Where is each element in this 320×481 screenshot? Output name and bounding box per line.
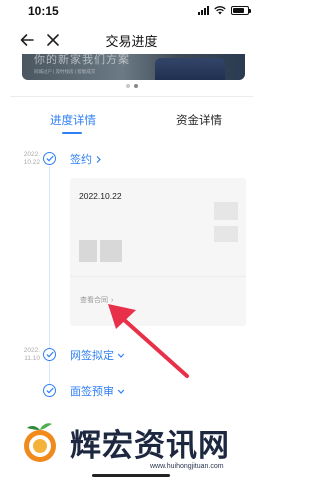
blurred-content	[214, 202, 238, 220]
date-year: 2022.	[23, 151, 40, 158]
home-indicator[interactable]	[92, 474, 170, 477]
tab-funds-details[interactable]: 资金详情	[176, 112, 222, 128]
cellular-signal-icon	[198, 6, 209, 15]
tab-progress-details[interactable]: 进度详情	[50, 112, 96, 128]
wifi-icon	[214, 6, 226, 15]
status-icons	[198, 6, 251, 15]
annotation-arrow-icon	[108, 304, 189, 378]
timeline-date: 2022. 10.22	[10, 151, 40, 167]
banner-subline: 同城过户 | 及时找房 | 智能成交	[34, 69, 96, 74]
step-signing[interactable]: 签约	[70, 151, 102, 167]
carousel-indicator	[0, 84, 263, 88]
blurred-content	[79, 240, 97, 262]
step-online-signing[interactable]: 网签拟定	[70, 347, 125, 363]
carousel-dot	[125, 84, 130, 88]
page-title: 交易进度	[105, 34, 158, 49]
chevron-down-icon	[117, 389, 125, 394]
nav-bar: 交易进度	[0, 26, 263, 54]
carousel-dot-active	[133, 84, 138, 88]
step-title: 签约	[70, 154, 92, 166]
check-circle-icon	[43, 152, 56, 165]
date-day: 11.10	[24, 355, 40, 362]
watermark-logo-icon	[24, 423, 56, 462]
chevron-down-icon	[117, 353, 125, 358]
timeline-date: 2022. 11.10	[10, 347, 40, 363]
active-tab-indicator	[62, 132, 82, 134]
date-day: 10.22	[23, 159, 40, 166]
step-interview-precheck[interactable]: 面签预审	[70, 383, 125, 399]
banner-headline: 你的新家我们方案	[34, 54, 130, 66]
blurred-content	[100, 240, 122, 262]
blurred-content	[214, 226, 238, 242]
promo-banner[interactable]: 你的新家我们方案 同城过户 | 及时找房 | 智能成交	[22, 54, 245, 80]
battery-icon	[231, 6, 251, 15]
sofa-image	[155, 58, 225, 80]
check-circle-icon	[43, 348, 56, 361]
date-year: 2022.	[23, 347, 40, 354]
status-time: 10:15	[28, 4, 59, 18]
card-date: 2022.10.22	[79, 191, 122, 201]
watermark-title: 辉宏资讯网	[70, 428, 230, 464]
card-divider	[70, 276, 246, 277]
step-title: 网签拟定	[70, 350, 114, 362]
step-title: 面签预审	[70, 386, 114, 398]
chevron-right-icon	[96, 155, 101, 163]
status-bar: 10:15	[0, 0, 263, 26]
check-circle-icon	[43, 384, 56, 397]
watermark-url: www.huihongjituan.com	[150, 463, 224, 470]
divider	[10, 96, 253, 97]
